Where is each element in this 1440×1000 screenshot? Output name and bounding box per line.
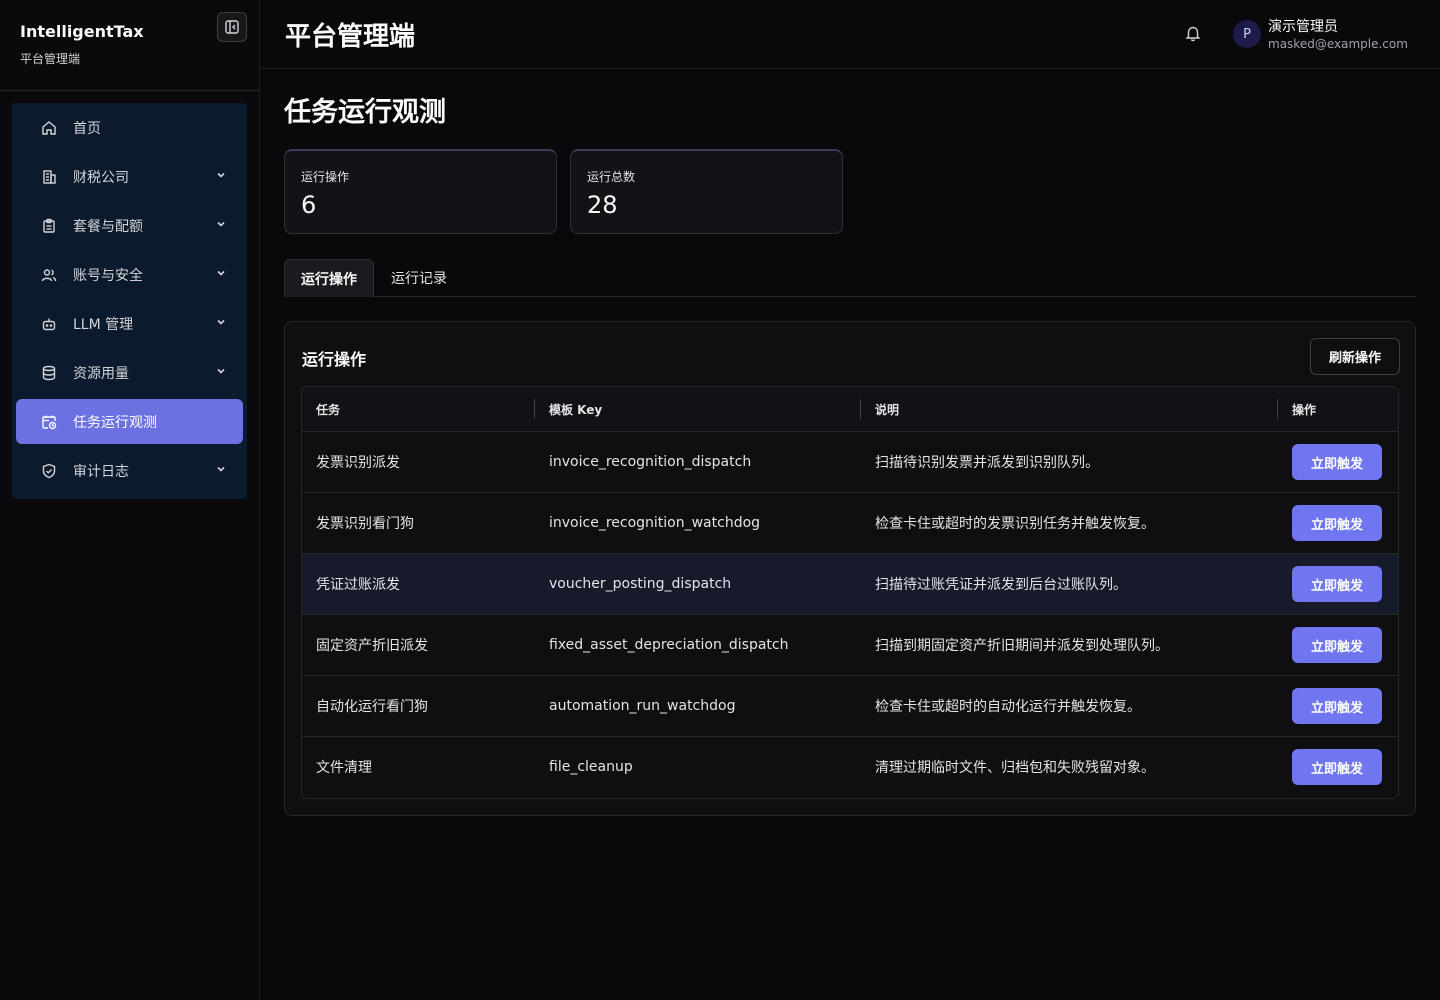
cell-template-key: fixed_asset_depreciation_dispatch [549,637,789,653]
bot-icon [40,315,58,333]
chevron-down-icon [215,365,227,381]
cell-description: 扫描待识别发票并派发到识别队列。 [875,455,1099,471]
users-icon [40,266,58,284]
chevron-down-icon [215,218,227,234]
sidebar-item-label: 资源用量 [73,365,129,382]
sidebar-divider [0,90,260,91]
trigger-now-button[interactable]: 立即触发 [1292,749,1382,785]
sidebar-collapse-icon [225,20,239,34]
sidebar-collapse-button[interactable] [217,12,247,42]
shield-check-icon [40,462,58,480]
header-title: 平台管理端 [285,22,416,52]
operations-table: 任务 模板 Key 说明 操作 发票识别派发 invoice_recogniti… [301,386,1399,799]
cell-task: 发票识别派发 [316,455,400,471]
cell-description: 检查卡住或超时的自动化运行并触发恢复。 [875,699,1141,715]
cell-description: 扫描到期固定资产折旧期间并派发到处理队列。 [875,638,1169,654]
operations-panel: 运行操作 刷新操作 任务 模板 Key 说明 操作 发票识别派发 invoice… [284,321,1416,816]
column-header-task: 任务 [316,403,341,417]
trigger-now-button[interactable]: 立即触发 [1292,505,1382,541]
chevron-down-icon [215,169,227,185]
refresh-operations-button[interactable]: 刷新操作 [1310,338,1400,375]
sidebar-item-label: 套餐与配额 [73,218,143,235]
sidebar-item-label: 任务运行观测 [73,414,157,431]
stat-card-total-runs: 运行总数 28 [570,149,843,234]
stat-label: 运行总数 [587,170,636,184]
sidebar-item-task-observability[interactable]: 任务运行观测 [16,399,243,444]
top-header: 平台管理端 P 演示管理员 masked@example.com [260,0,1440,69]
table-row: 发票识别看门狗 invoice_recognition_watchdog 检查卡… [302,493,1398,554]
trigger-now-button[interactable]: 立即触发 [1292,627,1382,663]
user-name: 演示管理员 [1268,19,1338,35]
page-title: 任务运行观测 [284,97,446,128]
cell-task: 固定资产折旧派发 [316,638,428,654]
sidebar-item-tax-companies[interactable]: 财税公司 [16,154,243,199]
sidebar-item-accounts-security[interactable]: 账号与安全 [16,252,243,297]
building-icon [40,168,58,186]
sidebar-item-label: 财税公司 [73,169,129,186]
trigger-now-button[interactable]: 立即触发 [1292,566,1382,602]
cell-task: 发票识别看门狗 [316,516,414,532]
cell-description: 扫描待过账凭证并派发到后台过账队列。 [875,577,1127,593]
column-header-template-key: 模板 Key [549,403,603,417]
stat-value: 28 [587,191,618,219]
cell-task: 自动化运行看门狗 [316,699,428,715]
calendar-clock-icon [40,413,58,431]
trigger-now-button[interactable]: 立即触发 [1292,444,1382,480]
sidebar-nav: 首页 财税公司 套餐与配额 账号与安全 LLM 管理 资源用量 任务运行观测 审… [12,103,247,499]
table-row: 发票识别派发 invoice_recognition_dispatch 扫描待识… [302,432,1398,493]
sidebar-item-home[interactable]: 首页 [16,105,243,150]
table-row: 凭证过账派发 voucher_posting_dispatch 扫描待过账凭证并… [302,554,1398,615]
stat-label: 运行操作 [301,170,350,184]
sidebar-item-resource-usage[interactable]: 资源用量 [16,350,243,395]
tab-bar: 运行操作 运行记录 [284,259,1416,297]
column-header-description: 说明 [875,403,900,417]
cell-template-key: file_cleanup [549,759,633,775]
cell-template-key: invoice_recognition_watchdog [549,515,761,531]
database-icon [40,364,58,382]
chevron-down-icon [215,463,227,479]
tab-run-records[interactable]: 运行记录 [375,259,463,297]
cell-template-key: invoice_recognition_dispatch [549,454,752,470]
table-row: 固定资产折旧派发 fixed_asset_depreciation_dispat… [302,615,1398,676]
brand-subtitle: 平台管理端 [20,52,81,66]
tab-operations[interactable]: 运行操作 [284,259,374,297]
table-header: 任务 模板 Key 说明 操作 [302,387,1398,432]
stat-card-operations: 运行操作 6 [284,149,557,234]
sidebar-item-llm[interactable]: LLM 管理 [16,301,243,346]
sidebar: IntelligentTax 平台管理端 首页 财税公司 套餐与配额 账号与安全… [0,0,260,1000]
chevron-down-icon [215,267,227,283]
sidebar-item-plans-quota[interactable]: 套餐与配额 [16,203,243,248]
column-divider [1277,399,1278,419]
user-email: masked@example.com [1268,37,1408,51]
home-icon [40,119,58,137]
table-row: 自动化运行看门狗 automation_run_watchdog 检查卡住或超时… [302,676,1398,737]
chevron-down-icon [215,316,227,332]
sidebar-item-label: 审计日志 [73,463,129,480]
table-row: 文件清理 file_cleanup 清理过期临时文件、归档包和失败残留对象。 立… [302,737,1398,798]
trigger-now-button[interactable]: 立即触发 [1292,688,1382,724]
cell-template-key: voucher_posting_dispatch [549,576,732,592]
panel-title: 运行操作 [302,350,367,369]
avatar[interactable]: P [1233,20,1261,48]
column-divider [860,399,861,419]
brand: IntelligentTax 平台管理端 [20,20,144,67]
clipboard-icon [40,217,58,235]
cell-description: 检查卡住或超时的发票识别任务并触发恢复。 [875,516,1155,532]
sidebar-item-label: 账号与安全 [73,267,143,284]
bell-icon[interactable] [1184,24,1202,46]
cell-description: 清理过期临时文件、归档包和失败残留对象。 [875,760,1155,776]
sidebar-item-label: LLM 管理 [73,316,134,333]
cell-task: 文件清理 [316,760,372,776]
sidebar-item-label: 首页 [73,120,101,137]
brand-title: IntelligentTax [20,22,144,41]
sidebar-item-audit-log[interactable]: 审计日志 [16,448,243,493]
column-divider [534,399,535,419]
cell-template-key: automation_run_watchdog [549,698,736,714]
column-header-action: 操作 [1292,403,1317,417]
stat-value: 6 [301,191,317,219]
cell-task: 凭证过账派发 [316,577,400,593]
